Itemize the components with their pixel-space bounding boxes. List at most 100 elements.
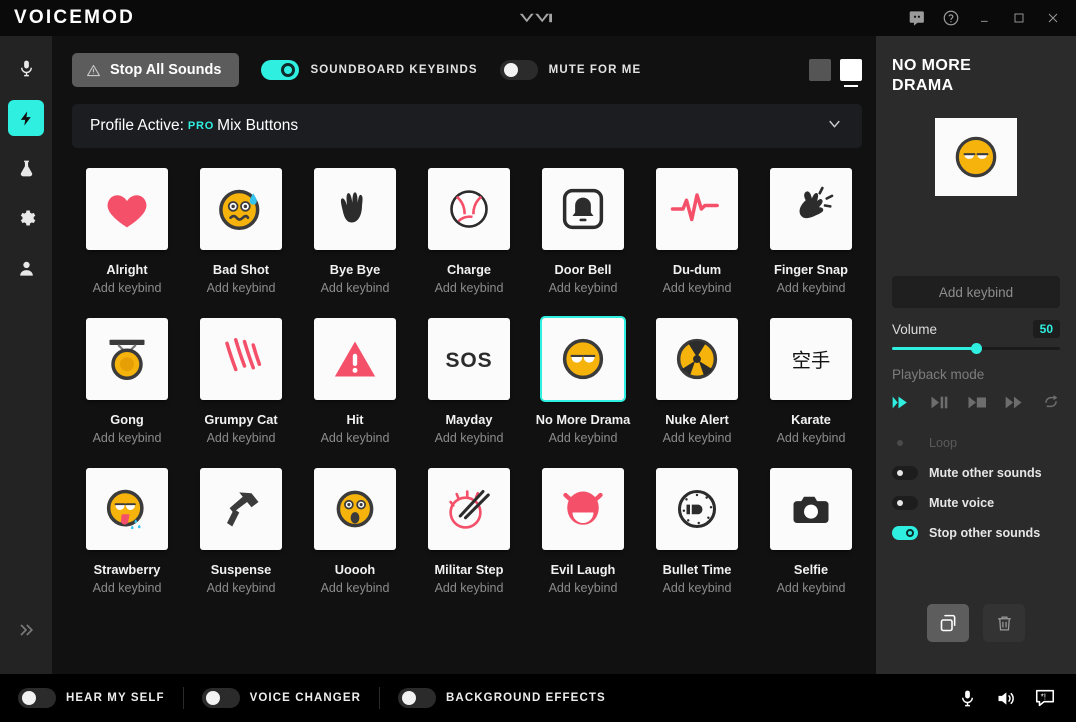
hear-myself-toggle[interactable] bbox=[18, 688, 56, 708]
playback-option-row[interactable]: Mute other sounds bbox=[892, 461, 1066, 485]
sound-tile[interactable]: SelfieAdd keybind bbox=[756, 468, 866, 618]
drum-sticks-icon[interactable] bbox=[428, 468, 510, 550]
waving-hand-icon[interactable] bbox=[314, 168, 396, 250]
sound-tile[interactable]: Evil LaughAdd keybind bbox=[528, 468, 638, 618]
sound-tile[interactable]: Bullet TimeAdd keybind bbox=[642, 468, 752, 618]
sound-keybind[interactable]: Add keybind bbox=[663, 581, 732, 595]
sound-keybind[interactable]: Add keybind bbox=[777, 281, 846, 295]
sos-text-icon[interactable]: SOS bbox=[428, 318, 510, 400]
censor-bleep-icon[interactable]: *! bbox=[1034, 687, 1056, 709]
mute-for-me-toggle[interactable] bbox=[500, 60, 538, 80]
sound-tile[interactable]: GongAdd keybind bbox=[72, 318, 182, 468]
sound-keybind[interactable]: Add keybind bbox=[93, 281, 162, 295]
gong-icon[interactable] bbox=[86, 318, 168, 400]
sound-keybind[interactable]: Add keybind bbox=[435, 431, 504, 445]
playback-option-toggle[interactable] bbox=[892, 526, 918, 540]
sound-keybind[interactable]: Add keybind bbox=[549, 281, 618, 295]
sound-tile[interactable]: ChargeAdd keybind bbox=[414, 168, 524, 318]
sweat-emoji-icon[interactable] bbox=[200, 168, 282, 250]
sound-keybind[interactable]: Add keybind bbox=[321, 431, 390, 445]
sound-tile[interactable]: SuspenseAdd keybind bbox=[186, 468, 296, 618]
playback-fast-forward-icon[interactable] bbox=[1003, 393, 1025, 411]
radiation-icon[interactable] bbox=[656, 318, 738, 400]
playback-play-pause-icon[interactable] bbox=[928, 393, 950, 411]
sidebar-item-settings[interactable] bbox=[8, 200, 44, 236]
sound-tile[interactable]: No More DramaAdd keybind bbox=[528, 318, 638, 468]
sound-keybind[interactable]: Add keybind bbox=[207, 581, 276, 595]
sidebar-item-account[interactable] bbox=[8, 250, 44, 286]
sidebar-item-voicelab[interactable] bbox=[8, 150, 44, 186]
view-grid-button[interactable] bbox=[840, 59, 862, 81]
sound-tile[interactable]: Finger SnapAdd keybind bbox=[756, 168, 866, 318]
panel-add-keybind-button[interactable]: Add keybind bbox=[892, 276, 1060, 308]
help-icon[interactable] bbox=[936, 3, 966, 33]
playback-overlap-icon[interactable] bbox=[890, 393, 912, 411]
sound-keybind[interactable]: Add keybind bbox=[549, 431, 618, 445]
delete-button[interactable] bbox=[983, 604, 1025, 642]
devil-face-icon[interactable] bbox=[542, 468, 624, 550]
unamused-emoji-icon[interactable] bbox=[542, 318, 624, 400]
speaker-volume-icon[interactable] bbox=[995, 688, 1016, 709]
hammer-icon[interactable] bbox=[200, 468, 282, 550]
baseball-icon[interactable] bbox=[428, 168, 510, 250]
duplicate-button[interactable] bbox=[927, 604, 969, 642]
sound-tile[interactable]: Bad ShotAdd keybind bbox=[186, 168, 296, 318]
sound-keybind[interactable]: Add keybind bbox=[435, 581, 504, 595]
bullet-time-icon[interactable] bbox=[656, 468, 738, 550]
sound-keybind[interactable]: Add keybind bbox=[777, 581, 846, 595]
sound-keybind[interactable]: Add keybind bbox=[663, 281, 732, 295]
sidebar-item-soundboard[interactable] bbox=[8, 100, 44, 136]
sound-tile[interactable]: UooohAdd keybind bbox=[300, 468, 410, 618]
playback-option-toggle[interactable] bbox=[892, 496, 918, 510]
sound-tile[interactable]: AlrightAdd keybind bbox=[72, 168, 182, 318]
view-list-button[interactable] bbox=[809, 59, 831, 81]
profile-selector[interactable]: Profile Active: PRO Mix Buttons bbox=[72, 104, 862, 148]
sound-keybind[interactable]: Add keybind bbox=[207, 431, 276, 445]
microphone-icon[interactable] bbox=[958, 689, 977, 708]
sound-tile[interactable]: StrawberryAdd keybind bbox=[72, 468, 182, 618]
maximize-icon[interactable] bbox=[1004, 3, 1034, 33]
sound-tile[interactable]: Nuke AlertAdd keybind bbox=[642, 318, 752, 468]
sound-keybind[interactable]: Add keybind bbox=[321, 281, 390, 295]
surprised-emoji-icon[interactable] bbox=[314, 468, 396, 550]
sound-keybind[interactable]: Add keybind bbox=[321, 581, 390, 595]
volume-slider-handle[interactable] bbox=[971, 343, 982, 354]
soundboard-keybinds-toggle[interactable] bbox=[261, 60, 299, 80]
playback-option-toggle[interactable] bbox=[892, 466, 918, 480]
camera-icon[interactable] bbox=[770, 468, 852, 550]
heartbeat-icon[interactable] bbox=[656, 168, 738, 250]
playback-option-row[interactable]: Mute voice bbox=[892, 491, 1066, 515]
heart-icon[interactable] bbox=[86, 168, 168, 250]
sound-tile[interactable]: SOSMaydayAdd keybind bbox=[414, 318, 524, 468]
sound-tile[interactable]: Du-dumAdd keybind bbox=[642, 168, 752, 318]
sound-keybind[interactable]: Add keybind bbox=[777, 431, 846, 445]
sidebar-item-voice[interactable] bbox=[8, 50, 44, 86]
sound-tile[interactable]: Grumpy CatAdd keybind bbox=[186, 318, 296, 468]
close-icon[interactable] bbox=[1038, 3, 1068, 33]
sound-tile[interactable]: HitAdd keybind bbox=[300, 318, 410, 468]
volume-slider[interactable] bbox=[892, 347, 1060, 350]
sound-keybind[interactable]: Add keybind bbox=[207, 281, 276, 295]
voice-changer-toggle[interactable] bbox=[202, 688, 240, 708]
sound-tile[interactable]: Door BellAdd keybind bbox=[528, 168, 638, 318]
minimize-icon[interactable] bbox=[970, 3, 1000, 33]
claw-scratch-icon[interactable] bbox=[200, 318, 282, 400]
sound-tile[interactable]: Militar StepAdd keybind bbox=[414, 468, 524, 618]
doorbell-icon[interactable] bbox=[542, 168, 624, 250]
sound-tile[interactable]: 空手KarateAdd keybind bbox=[756, 318, 866, 468]
background-effects-toggle[interactable] bbox=[398, 688, 436, 708]
karate-kanji-icon[interactable]: 空手 bbox=[770, 318, 852, 400]
tongue-emoji-icon[interactable] bbox=[86, 468, 168, 550]
stop-all-sounds-button[interactable]: Stop All Sounds bbox=[72, 53, 239, 87]
sound-tile[interactable]: Bye ByeAdd keybind bbox=[300, 168, 410, 318]
playback-play-stop-icon[interactable] bbox=[965, 393, 987, 411]
sidebar-expand-button[interactable] bbox=[10, 614, 42, 646]
sound-keybind[interactable]: Add keybind bbox=[93, 431, 162, 445]
playback-loop-icon[interactable] bbox=[1040, 393, 1062, 411]
discord-icon[interactable] bbox=[902, 3, 932, 33]
warning-triangle-icon[interactable] bbox=[314, 318, 396, 400]
sound-keybind[interactable]: Add keybind bbox=[93, 581, 162, 595]
playback-option-row[interactable]: Stop other sounds bbox=[892, 521, 1066, 545]
finger-snap-icon[interactable] bbox=[770, 168, 852, 250]
sound-keybind[interactable]: Add keybind bbox=[549, 581, 618, 595]
